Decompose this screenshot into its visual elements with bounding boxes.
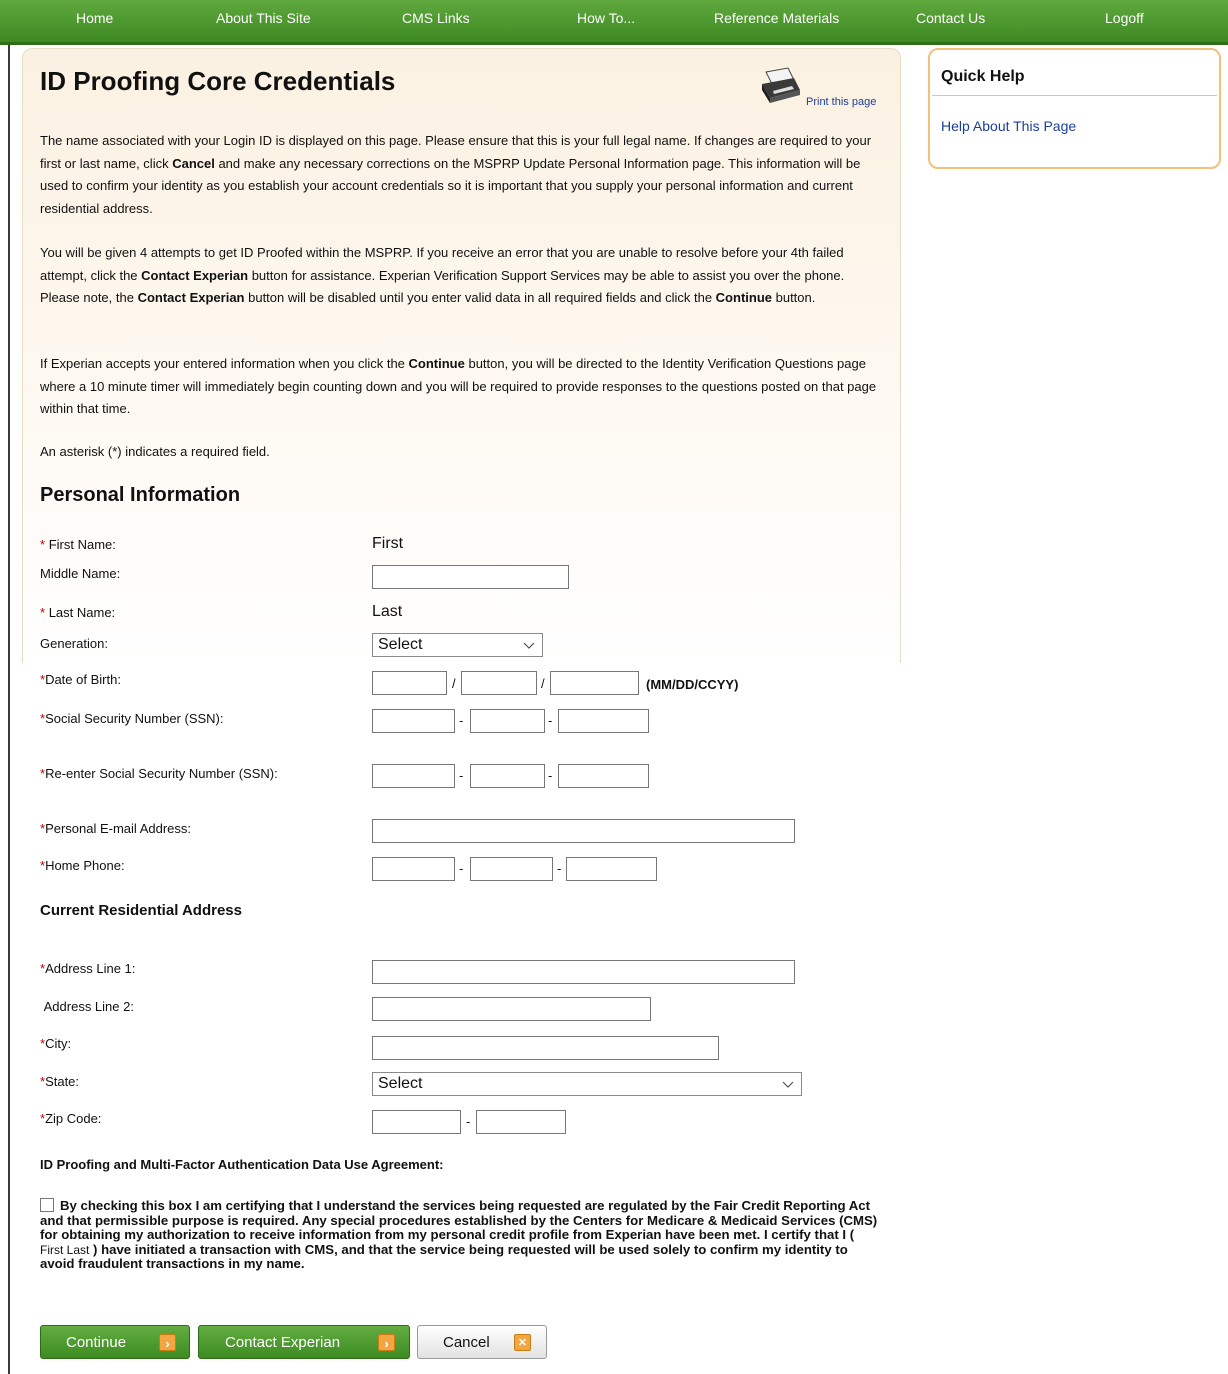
state-select[interactable]: Select xyxy=(372,1072,802,1096)
dob-month-input[interactable] xyxy=(372,671,447,695)
nav-logoff[interactable]: Logoff xyxy=(1105,10,1144,26)
email-label: *Personal E-mail Address: xyxy=(40,821,192,836)
print-page-link[interactable]: Print this page xyxy=(806,96,876,108)
quick-help-divider xyxy=(932,95,1217,96)
chevron-down-icon xyxy=(523,642,535,649)
intro-paragraph-3: If Experian accepts your entered informa… xyxy=(40,356,877,417)
ssn-reenter-part1-input[interactable] xyxy=(372,764,455,788)
zip-extension-input[interactable] xyxy=(476,1110,566,1134)
phone-line-input[interactable] xyxy=(566,857,657,881)
ssn-reenter-part3-input[interactable] xyxy=(558,764,649,788)
dob-day-input[interactable] xyxy=(461,671,537,695)
required-field-note: An asterisk (*) indicates a required fie… xyxy=(40,444,270,459)
home-phone-label: *Home Phone: xyxy=(40,858,125,873)
generation-label: Generation: xyxy=(40,636,108,651)
phone-area-input[interactable] xyxy=(372,857,455,881)
ssn-part3-input[interactable] xyxy=(558,709,649,733)
quick-help-title: Quick Help xyxy=(941,68,1025,85)
nav-about-this-site[interactable]: About This Site xyxy=(216,10,311,26)
ssn-reenter-dash: - xyxy=(548,768,553,783)
state-selected-value: Select xyxy=(378,1075,423,1092)
close-icon: ✕ xyxy=(514,1334,531,1351)
first-name-value: First xyxy=(372,535,404,552)
middle-name-label: Middle Name: xyxy=(40,566,121,581)
last-name-label: * Last Name: xyxy=(40,605,116,620)
residential-address-heading: Current Residential Address xyxy=(40,902,242,919)
ssn-dash: - xyxy=(459,713,464,728)
cancel-button[interactable]: Cancel ✕ xyxy=(417,1325,547,1359)
help-about-this-page-link[interactable]: Help About This Page xyxy=(941,118,1076,134)
state-label: *State: xyxy=(40,1074,80,1089)
date-of-birth-label: *Date of Birth: xyxy=(40,672,121,687)
nav-reference-materials[interactable]: Reference Materials xyxy=(714,10,839,26)
email-input[interactable] xyxy=(372,819,795,843)
agreement-text: By checking this box I am certifying tha… xyxy=(40,1198,878,1272)
city-input[interactable] xyxy=(372,1036,719,1060)
personal-information-heading: Personal Information xyxy=(40,484,241,506)
ssn-part2-input[interactable] xyxy=(470,709,545,733)
zip-dash: - xyxy=(466,1114,471,1129)
zip-code-label: *Zip Code: xyxy=(40,1111,102,1126)
dob-separator: / xyxy=(541,676,545,691)
nav-how-to[interactable]: How To... xyxy=(577,10,635,26)
address-line2-label: Address Line 2: xyxy=(43,999,134,1014)
intro-paragraph-1: The name associated with your Login ID i… xyxy=(40,133,872,217)
middle-name-input[interactable] xyxy=(372,565,569,589)
continue-button-label: Continue xyxy=(66,1334,127,1351)
phone-dash: - xyxy=(459,861,464,876)
address-line2-input[interactable] xyxy=(372,997,651,1021)
agreement-heading: ID Proofing and Multi-Factor Authenticat… xyxy=(40,1157,444,1172)
dob-format-hint: (MM/DD/CCYY) xyxy=(646,677,739,692)
contact-experian-button-label: Contact Experian xyxy=(225,1334,341,1351)
printer-icon[interactable] xyxy=(758,66,802,106)
nav-home[interactable]: Home xyxy=(76,10,113,26)
cancel-button-label: Cancel xyxy=(443,1334,490,1351)
zip-code-input[interactable] xyxy=(372,1110,461,1134)
ssn-reenter-label: *Re-enter Social Security Number (SSN): xyxy=(40,766,278,781)
nav-contact-us[interactable]: Contact Us xyxy=(916,10,985,26)
arrow-right-icon: › xyxy=(378,1334,395,1351)
arrow-right-icon: › xyxy=(159,1334,176,1351)
chevron-down-icon xyxy=(782,1081,794,1088)
last-name-value: Last xyxy=(372,603,403,620)
dob-year-input[interactable] xyxy=(550,671,639,695)
phone-prefix-input[interactable] xyxy=(470,857,553,881)
ssn-dash: - xyxy=(548,713,553,728)
dob-separator: / xyxy=(452,676,456,691)
certifying-user-name: First Last xyxy=(40,1242,90,1257)
generation-select[interactable]: Select xyxy=(372,633,543,657)
phone-dash: - xyxy=(557,861,562,876)
top-navigation: Home About This Site CMS Links How To...… xyxy=(0,0,1228,45)
generation-selected-value: Select xyxy=(378,636,423,653)
first-name-label: * First Name: xyxy=(40,537,116,552)
ssn-label: *Social Security Number (SSN): xyxy=(40,711,224,726)
ssn-reenter-dash: - xyxy=(459,768,464,783)
address-line1-input[interactable] xyxy=(372,960,795,984)
city-label: *City: xyxy=(40,1036,72,1051)
ssn-reenter-part2-input[interactable] xyxy=(470,764,545,788)
nav-cms-links[interactable]: CMS Links xyxy=(402,10,470,26)
page-title: ID Proofing Core Credentials xyxy=(40,66,396,96)
intro-paragraph-2: You will be given 4 attempts to get ID P… xyxy=(40,245,845,306)
contact-experian-button[interactable]: Contact Experian › xyxy=(198,1325,410,1359)
quick-help-panel: Quick Help Help About This Page xyxy=(928,48,1221,169)
continue-button[interactable]: Continue › xyxy=(40,1325,190,1359)
ssn-part1-input[interactable] xyxy=(372,709,455,733)
left-border-rule xyxy=(8,45,10,1374)
address-line1-label: *Address Line 1: xyxy=(40,961,136,976)
